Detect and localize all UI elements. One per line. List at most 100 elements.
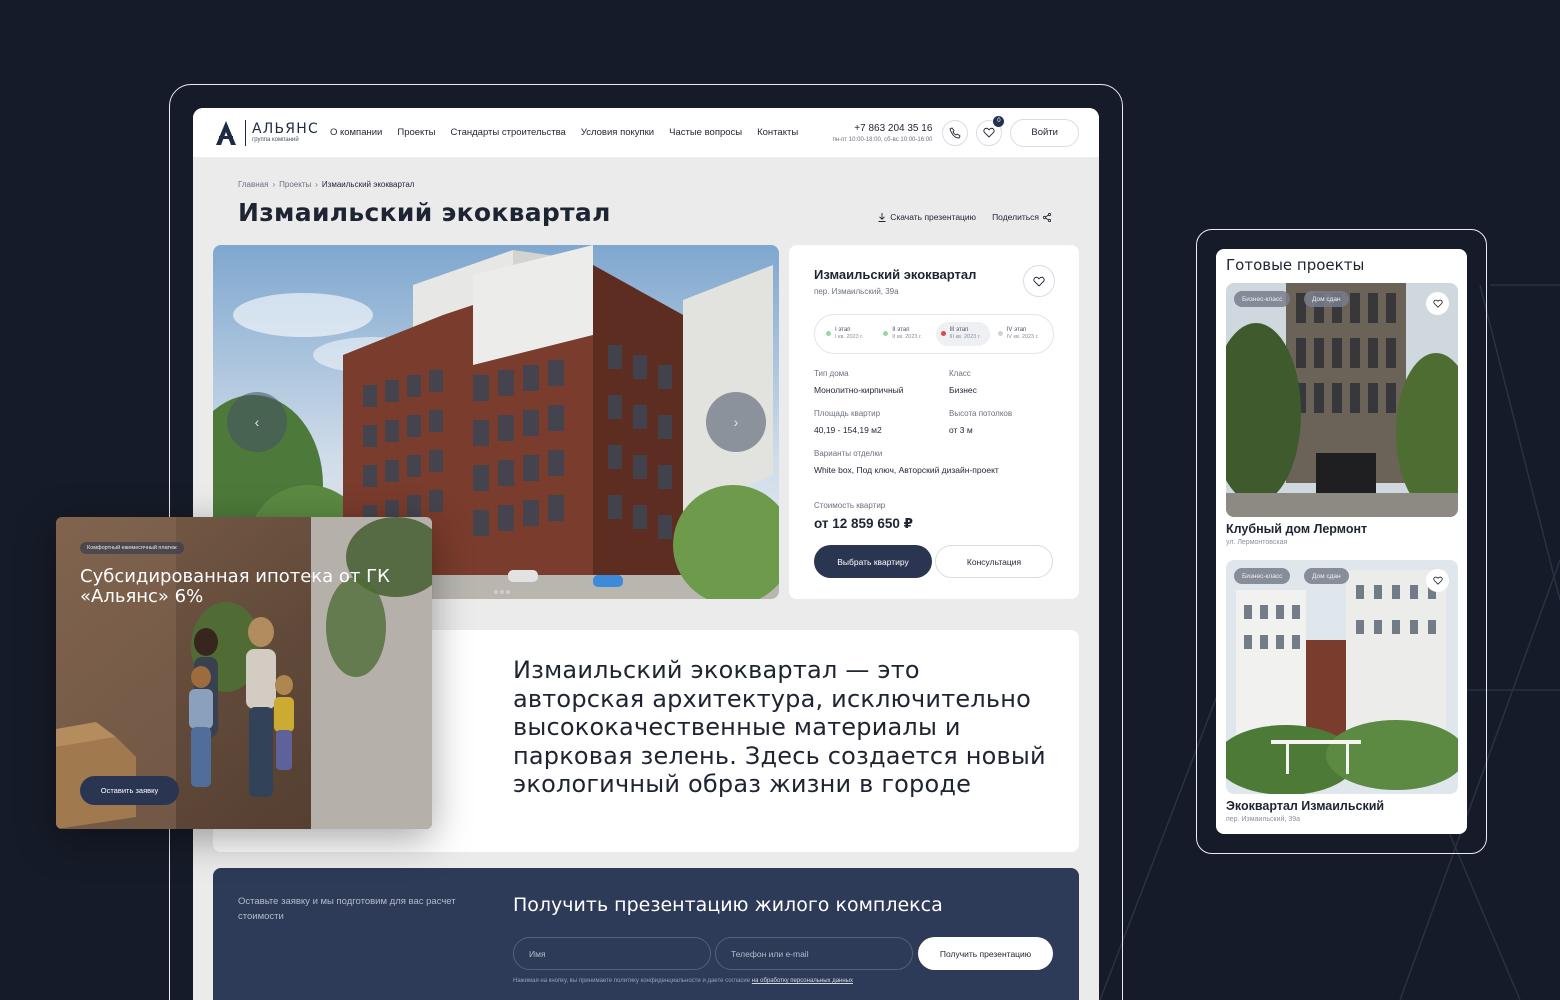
choose-apartment-button[interactable]: Выбрать квартиру [814, 545, 932, 578]
stage-done-icon [883, 331, 889, 337]
phone-block: +7 863 204 35 16 пн-пт 10:00-18:00, сб-в… [833, 123, 933, 143]
main-nav: О компании Проекты Стандарты строительст… [330, 127, 798, 138]
spec-house-type-label: Тип дома [814, 369, 849, 378]
call-button[interactable] [942, 119, 969, 146]
spec-house-type-value: Монолитно-кирпичный [814, 385, 904, 395]
stage-4-name: IV этап [1006, 327, 1027, 334]
stage-1[interactable]: I этап I кв. 2023 г. [821, 322, 875, 346]
favorite-button[interactable] [1426, 292, 1449, 315]
spec-ceiling: Высота потолков от 3 м [949, 409, 1012, 435]
login-button[interactable]: Войти [1010, 118, 1079, 147]
breadcrumb-projects[interactable]: Проекты [279, 180, 311, 189]
breadcrumb-home[interactable]: Главная [238, 180, 268, 189]
promo-title: Субсидированная ипотека от ГК «Альянс» 6… [80, 566, 390, 607]
stage-done-icon [826, 331, 831, 337]
phone-number[interactable]: +7 863 204 35 16 [833, 123, 932, 134]
project-name: Измаильский экоквартал [814, 267, 977, 282]
stage-1-name: I этап [835, 327, 851, 334]
breadcrumb-separator-icon: › [315, 180, 318, 189]
chevron-right-icon: › [733, 414, 739, 430]
privacy-notice-text: Нажимая на кнопку, вы принимаете политик… [513, 978, 751, 984]
logo[interactable]: АЛЬЯНС группа компаний [213, 119, 319, 146]
spec-area-label: Площадь квартир [814, 409, 881, 418]
nav-item-about[interactable]: О компании [330, 127, 382, 138]
project-card-izmailsky-image[interactable]: Бизнес-класс Дом сдан [1226, 560, 1458, 794]
logo-text: АЛЬЯНС группа компаний [252, 122, 319, 143]
spec-house-type: Тип дома Монолитно-кирпичный [814, 369, 904, 395]
privacy-notice: Нажимая на кнопку, вы принимаете политик… [513, 978, 853, 984]
project-address-izmailsky: пер. Измаильский, 39а [1226, 816, 1301, 823]
slider-next-button[interactable]: › [706, 392, 766, 452]
leave-request-button[interactable]: Оставить заявку [80, 776, 179, 805]
project-card-lermont-image[interactable]: Бизнес-класс Дом сдан [1226, 283, 1458, 517]
stage-2-name: II этап [892, 327, 910, 334]
share-icon [1043, 212, 1051, 222]
price-value: от 12 859 650 ₽ [814, 516, 913, 531]
site-header: АЛЬЯНС группа компаний О компании Проект… [193, 108, 1099, 157]
download-presentation-link[interactable]: Скачать презентацию [878, 212, 976, 222]
name-field-placeholder: Имя [529, 948, 546, 959]
spec-area: Площадь квартир 40,19 - 154,19 м2 [814, 409, 882, 435]
form-title: Получить презентацию жилого комплекса [513, 894, 943, 916]
project-name-izmailsky[interactable]: Экоквартал Измаильский [1226, 799, 1384, 813]
consultation-button[interactable]: Консультация [935, 545, 1053, 578]
spec-class-label: Класс [949, 369, 971, 378]
construction-stages: I этап I кв. 2023 г. II этап II кв. 2023 г… [814, 314, 1054, 354]
stage-1-text: I этап I кв. 2023 г. [835, 326, 863, 342]
spec-ceiling-label: Высота потолков [949, 409, 1013, 418]
spec-area-value: 40,19 - 154,19 м2 [814, 425, 882, 435]
spec-class: Класс Бизнес [949, 369, 977, 395]
stage-3-name: III этап [949, 327, 969, 334]
nav-item-standards[interactable]: Стандарты строительства [450, 127, 565, 138]
stage-3-text: III этап III кв. 2023 г. [950, 326, 981, 342]
favorites-button[interactable]: 0 [976, 115, 1005, 146]
heart-icon [1432, 576, 1443, 585]
working-hours: пн-пт 10:00-18:00, сб-вс 10:00-16:00 [832, 136, 933, 143]
stage-3[interactable]: III этап III кв. 2023 г. [935, 322, 990, 346]
nav-item-purchase-terms[interactable]: Условия покупки [581, 127, 654, 138]
favorites-count-badge: 0 [993, 115, 1005, 127]
slider-prev-button[interactable]: ‹ [227, 392, 287, 452]
get-presentation-button[interactable]: Получить презентацию [918, 937, 1053, 970]
izmailsky-building-photo [1226, 560, 1458, 794]
share-label: Поделиться [992, 212, 1039, 222]
stage-2[interactable]: II этап II кв. 2023 г. [878, 322, 932, 346]
spec-ceiling-value: от 3 м [949, 425, 973, 435]
phone-icon [949, 126, 961, 138]
heart-icon [1432, 299, 1443, 308]
stage-3-date: III кв. 2023 г. [949, 334, 981, 341]
stage-2-date: II кв. 2023 г. [892, 334, 922, 341]
presentation-request-form: Оставьте заявку и мы подготовим для вас … [213, 868, 1079, 1000]
download-presentation-label: Скачать презентацию [890, 212, 977, 222]
heart-icon [983, 127, 996, 138]
stage-4-text: IV этап IV кв. 2023 г. [1007, 326, 1039, 342]
stage-4[interactable]: IV этап IV кв. 2023 г. [993, 322, 1047, 346]
project-name-lermont[interactable]: Клубный дом Лермонт [1226, 522, 1367, 536]
breadcrumb: Главная › Проекты › Измаильский экокварт… [238, 180, 414, 189]
form-note: Оставьте заявку и мы подготовим для вас … [238, 896, 456, 923]
nav-item-projects[interactable]: Проекты [397, 127, 435, 138]
promo-badge: Комфортный ежемесячный платеж [80, 542, 184, 554]
project-description: Измаильский экоквартал — это авторская а… [513, 656, 1046, 799]
name-field[interactable]: Имя [513, 937, 711, 970]
favorite-button[interactable] [1426, 569, 1449, 592]
add-to-favorites-button[interactable] [1023, 265, 1055, 297]
project-address-lermont: ул. Лермонтовская [1226, 539, 1288, 546]
tag-house-delivered: Дом сдан [1304, 568, 1349, 584]
spec-finish-value: White box, Под ключ, Авторский дизайн-пр… [814, 465, 999, 475]
nav-item-faq[interactable]: Частые вопросы [669, 127, 742, 138]
tag-house-delivered: Дом сдан [1304, 291, 1349, 307]
privacy-policy-link[interactable]: на обработку персональных данных [752, 978, 853, 984]
nav-item-contacts[interactable]: Контакты [757, 127, 798, 138]
spec-class-value: Бизнес [949, 385, 977, 395]
share-link[interactable]: Поделиться [992, 212, 1051, 222]
logo-divider [245, 119, 246, 146]
stage-pending-icon [997, 331, 1003, 337]
logo-subtitle: группа компаний [252, 137, 299, 143]
download-icon [878, 212, 886, 222]
project-address: пер. Измаильский, 39а [814, 287, 899, 296]
stage-1-date: I кв. 2023 г. [835, 334, 864, 341]
logo-a-icon [216, 120, 236, 145]
lermont-building-photo [1226, 283, 1458, 517]
contact-field[interactable]: Телефон или e-mail [715, 937, 913, 970]
